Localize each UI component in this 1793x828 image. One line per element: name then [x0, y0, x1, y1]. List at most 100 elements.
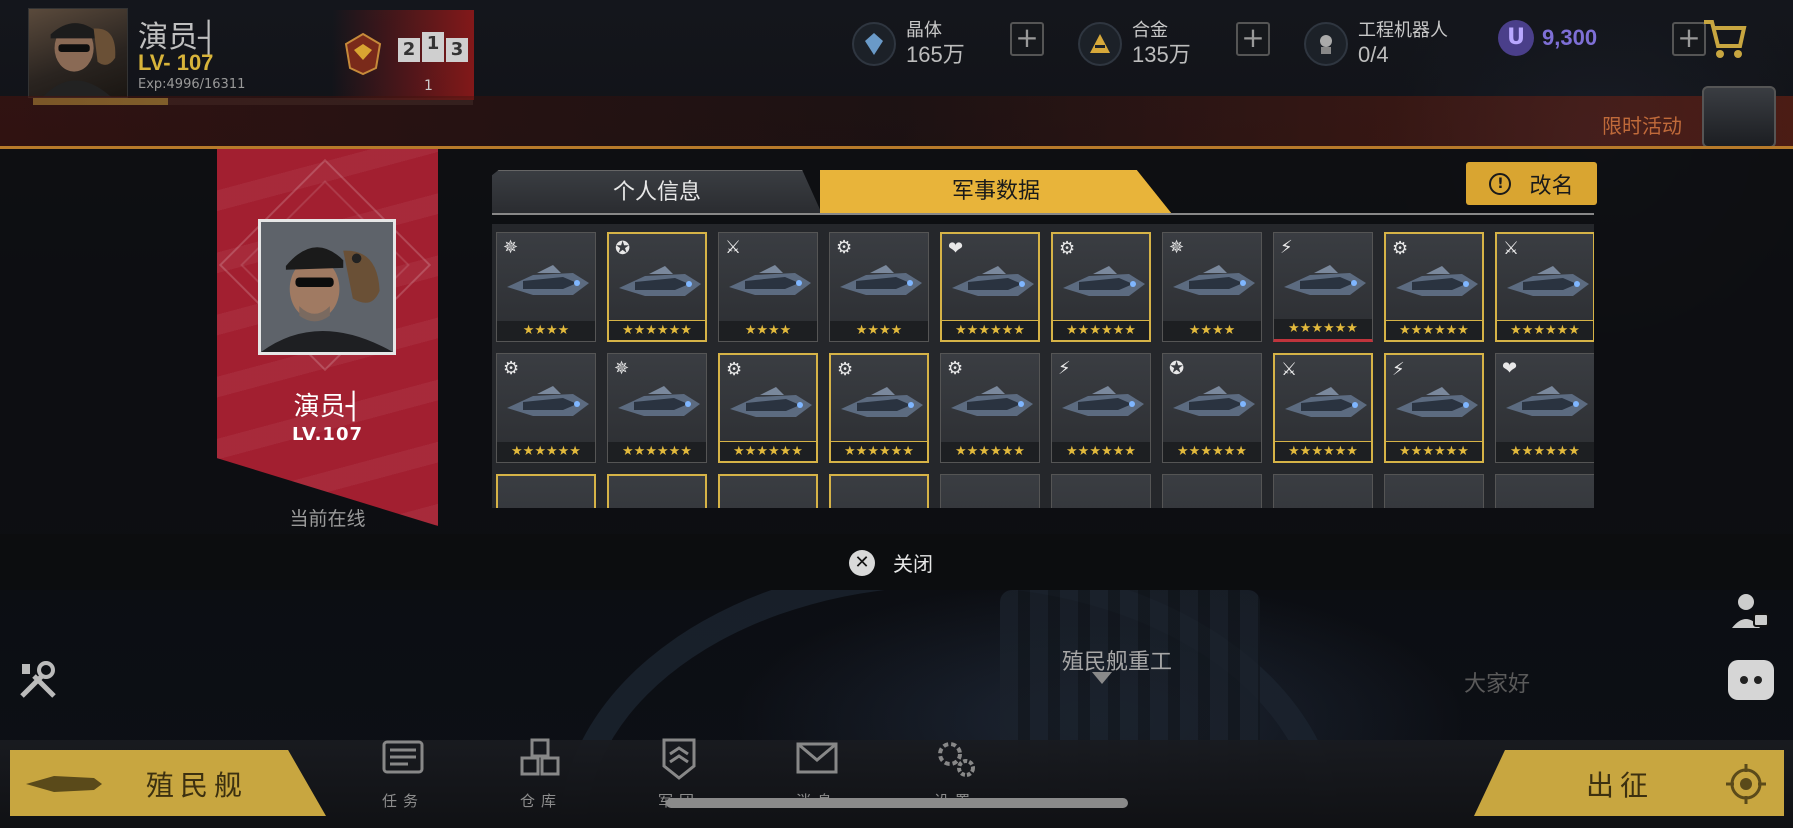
tab-personal-info[interactable]: 个人信息	[492, 170, 822, 214]
rename-button[interactable]: ! 改名	[1466, 162, 1597, 205]
ship-card[interactable]	[496, 474, 596, 508]
close-icon: ✕	[849, 549, 875, 576]
ship-card[interactable]: ⚡ ★★★★★★	[1051, 353, 1151, 463]
resource-label: 合金	[1132, 20, 1168, 41]
ship-card[interactable]: ⚡ ★★★★★★	[1273, 232, 1373, 342]
ship-icon	[618, 386, 700, 416]
ship-card[interactable]: ⚙ ★★★★★★	[1384, 232, 1484, 342]
rank-emblem-icon	[344, 32, 382, 76]
ship-card[interactable]: ⚙ ★★★★★★	[496, 353, 596, 463]
ship-card[interactable]: ⚔ ★★★★★★	[1495, 232, 1594, 342]
ship-card[interactable]: ⚙ ★★★★	[829, 232, 929, 342]
ship-card[interactable]: ✵ ★★★★	[496, 232, 596, 342]
resource-crystal: 晶体 165万	[852, 14, 965, 74]
event-chest-icon[interactable]	[1702, 86, 1776, 148]
ship-card[interactable]	[1273, 474, 1373, 508]
ship-icon	[1062, 386, 1144, 416]
profile-name: 演员┤	[293, 392, 362, 422]
ship-icon	[951, 386, 1033, 416]
ship-card[interactable]: ⚙ ★★★★★★	[940, 353, 1040, 463]
ship-card[interactable]	[1051, 474, 1151, 508]
tab-underline	[492, 213, 1594, 215]
ship-card[interactable]	[1162, 474, 1262, 508]
ship-icon	[1507, 266, 1589, 296]
rank-box[interactable]: 2 1 3 1	[332, 10, 474, 100]
chat-preview[interactable]: 大家好	[1464, 666, 1530, 698]
nav-label: 任务	[381, 792, 424, 810]
rank-podium-icon: 2 1 3	[398, 32, 468, 62]
add-crystal-button[interactable]: +	[1010, 22, 1044, 56]
ship-card[interactable]: ⚙ ★★★★★★	[718, 353, 818, 463]
star-rating: ★★★★	[1163, 321, 1261, 341]
ship-card[interactable]: ✵ ★★★★★★	[607, 353, 707, 463]
star-rating: ★★★★★★	[941, 442, 1039, 462]
ship-card[interactable]: ⚙ ★★★★★★	[1051, 232, 1151, 342]
ship-card[interactable]: ⚡ ★★★★★★	[1384, 353, 1484, 463]
ship-card[interactable]	[607, 474, 707, 508]
ship-card[interactable]: ⚔ ★★★★★★	[1273, 353, 1373, 463]
ship-icon	[840, 265, 922, 295]
player-exp: Exp:4996/16311	[138, 77, 246, 92]
chat-icon[interactable]	[1728, 660, 1774, 700]
star-rating: ★★★★★★	[1386, 441, 1482, 461]
ship-card[interactable]: ⚙ ★★★★★★	[829, 353, 929, 463]
location-label[interactable]: 殖民舰重工	[1062, 644, 1172, 676]
resource-label: 工程机器人	[1358, 20, 1448, 41]
ship-icon	[952, 266, 1034, 296]
close-label: 关闭	[893, 552, 933, 576]
online-status: 当前在线	[289, 508, 366, 530]
deploy-button[interactable]: 出征	[1474, 750, 1784, 816]
star-rating: ★★★★★★	[831, 441, 927, 461]
ship-card[interactable]	[829, 474, 929, 508]
nav-task[interactable]: 任务	[358, 736, 448, 811]
commander-portrait-icon	[261, 222, 393, 352]
ship-icon	[1063, 266, 1145, 296]
ship-icon	[1506, 386, 1588, 416]
ship-card[interactable]: ✪ ★★★★★★	[1162, 353, 1262, 463]
tab-military-data[interactable]: 军事数据	[820, 170, 1172, 214]
settings-icon	[938, 742, 975, 777]
star-rating: ★★★★★★	[1052, 442, 1150, 462]
ship-card[interactable]	[718, 474, 818, 508]
ship-card[interactable]: ❤ ★★★★★★	[1495, 353, 1594, 463]
ship-card[interactable]	[940, 474, 1040, 508]
colony-ship-button[interactable]: 殖民舰	[10, 750, 326, 816]
star-rating: ★★★★★★	[1163, 442, 1261, 462]
ship-icon	[1173, 386, 1255, 416]
star-rating: ★★★★★★	[609, 320, 705, 340]
shop-cart-icon[interactable]	[1700, 16, 1748, 60]
ship-card[interactable]: ✵ ★★★★	[1162, 232, 1262, 342]
star-rating: ★★★★★★	[1497, 320, 1593, 340]
player-avatar[interactable]	[28, 8, 128, 98]
ship-icon	[841, 387, 923, 417]
tools-icon[interactable]	[16, 658, 60, 702]
resource-value: 0/4	[1358, 42, 1389, 67]
ship-icon	[619, 266, 701, 296]
profile-portrait	[258, 219, 396, 355]
star-rating: ★★★★★★	[608, 442, 706, 462]
alloy-icon	[1078, 22, 1122, 66]
limited-event-label[interactable]: 限时活动	[1602, 110, 1682, 139]
nav-warehouse[interactable]: 仓库	[496, 736, 586, 811]
ship-card[interactable]: ✪ ★★★★★★	[607, 232, 707, 342]
star-rating: ★★★★★★	[1274, 319, 1372, 339]
close-button[interactable]: ✕ 关闭	[849, 548, 933, 577]
star-rating: ★★★★★★	[1053, 320, 1149, 340]
contact-icon[interactable]	[1730, 590, 1770, 630]
star-rating: ★★★★	[497, 321, 595, 341]
add-alloy-button[interactable]: +	[1236, 22, 1270, 56]
ship-card[interactable]: ❤ ★★★★★★	[940, 232, 1040, 342]
ship-card[interactable]: ⚔ ★★★★	[718, 232, 818, 342]
task-icon	[382, 740, 424, 774]
rank-number: 1	[424, 78, 433, 94]
resource-label: 晶体	[906, 20, 942, 41]
ship-card[interactable]	[1384, 474, 1484, 508]
event-strip	[0, 96, 1793, 148]
ship-icon	[1285, 387, 1367, 417]
star-rating: ★★★★★★	[1386, 320, 1482, 340]
resource-robot: 工程机器人 0/4	[1304, 14, 1448, 74]
profile-level: LV.107	[291, 424, 363, 445]
home-indicator[interactable]	[666, 798, 1128, 808]
ship-card[interactable]	[1495, 474, 1594, 508]
robot-icon	[1304, 22, 1348, 66]
